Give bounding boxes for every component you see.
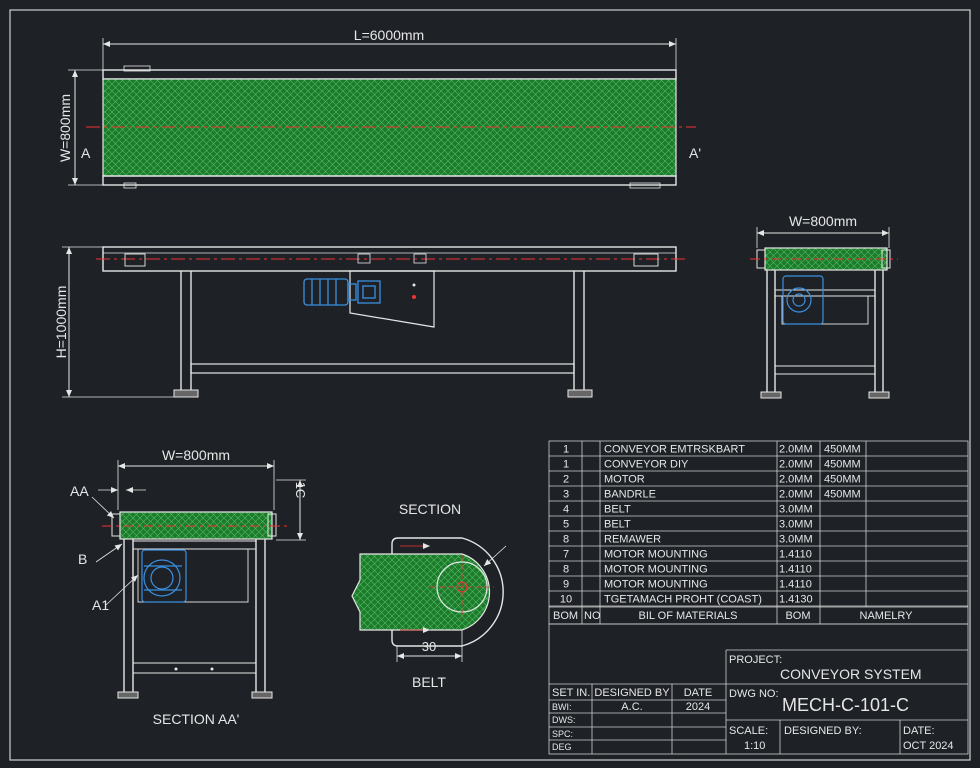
bom-item-qty: 450MM xyxy=(824,489,861,501)
belt-section-label: SECTION xyxy=(399,501,461,517)
bom-item-size: 3.0MM xyxy=(779,534,813,546)
bom-item-size: 1.4130 xyxy=(779,594,813,606)
bom-item-number: 9 xyxy=(563,579,569,591)
section-aa-title: SECTION AA' xyxy=(153,711,240,727)
take-up-bracket-left xyxy=(124,253,146,267)
callout-a1: A1 xyxy=(92,597,109,613)
bom-item-qty: 450MM xyxy=(824,459,861,471)
bom-item-size: 2.0MM xyxy=(779,459,813,471)
rev-row-designed: A.C. xyxy=(621,701,642,713)
bom-item-name: BELT xyxy=(604,519,631,531)
revision-rows: BWI: A.C. 2024 DWS: SPC: DEG xyxy=(552,701,710,752)
rev-header-set: SET IN. xyxy=(552,687,590,699)
rev-row-label: BWI: xyxy=(552,702,572,712)
bom-item-name: MOTOR xyxy=(604,474,645,486)
bom-item-name: BELT xyxy=(604,504,631,516)
rev-header-designed: DESIGNED BY xyxy=(594,687,670,699)
bom-item-number: 5 xyxy=(563,519,569,531)
project-value: CONVEYOR SYSTEM xyxy=(780,666,922,682)
bom-header-no: NO xyxy=(584,610,601,622)
bom-item-number: 3 xyxy=(563,489,569,501)
callout-b: B xyxy=(78,551,87,567)
end-motor-icon xyxy=(782,275,824,325)
bom-item-name: CONVEYOR DIY xyxy=(604,459,689,471)
bom-item-name: CONVEYOR EMTRSKBART xyxy=(604,444,745,456)
bom-item-size: 2.0MM xyxy=(779,474,813,486)
bom-item-size: 1.4110 xyxy=(779,564,812,576)
end-width-label: W=800mm xyxy=(789,213,857,229)
bom-item-number: 1 xyxy=(563,459,569,471)
bom-item-size: 2.0MM xyxy=(779,444,813,456)
bom-header-materials: BIL OF MATERIALS xyxy=(638,610,737,622)
rev-row-label: SPC: xyxy=(552,729,573,739)
foot-right xyxy=(567,389,593,398)
height-callout: 1C xyxy=(293,482,308,499)
end-view xyxy=(750,227,898,399)
take-up-bracket-right xyxy=(633,253,659,267)
bom-item-name: BANDRLE xyxy=(604,489,656,501)
rev-row-label: DWS: xyxy=(552,715,576,725)
motor-mount-plate xyxy=(349,270,435,328)
bom-item-number: 1 xyxy=(563,444,569,456)
section-marker-right: A' xyxy=(689,145,701,161)
height-label: H=1000mm xyxy=(53,286,69,359)
date-value: OCT 2024 xyxy=(903,740,954,752)
bom-item-name: TGETAMACH PROHT (COAST) xyxy=(604,594,762,606)
bom-item-number: 4 xyxy=(563,504,569,516)
bom-item-number: 8 xyxy=(563,534,569,546)
rev-header-date: DATE xyxy=(684,687,713,699)
foot-left xyxy=(173,389,199,398)
dwg-no-label: DWG NO: xyxy=(729,688,779,700)
side-view xyxy=(62,246,688,398)
date-label: DATE: xyxy=(903,725,935,737)
bottom-frame-rail xyxy=(102,175,677,186)
bom-item-number: 8 xyxy=(563,564,569,576)
bom-item-number: 2 xyxy=(563,474,569,486)
bom-item-number: 10 xyxy=(560,594,572,606)
bom-header-bom: BOM xyxy=(553,610,578,622)
end-motor-housing xyxy=(781,295,869,325)
bom-item-qty: 450MM xyxy=(824,444,861,456)
bom-item-name: MOTOR MOUNTING xyxy=(604,579,708,591)
section-motor-icon xyxy=(141,549,187,603)
length-label: L=6000mm xyxy=(354,27,424,43)
designed-by-label: DESIGNED BY: xyxy=(784,725,862,737)
bom-item-size: 3.0MM xyxy=(779,504,813,516)
top-width-label: W=800mm xyxy=(57,94,73,162)
bom-rows: 1 CONVEYOR EMTRSKBART 2.0MM 450MM 1 CONVEYOR … xyxy=(549,444,968,607)
callout-aa: AA xyxy=(70,483,89,499)
section-width-label: W=800mm xyxy=(162,447,230,463)
bom-item-name: MOTOR MOUNTING xyxy=(604,564,708,576)
bom-header-bom2: BOM xyxy=(785,610,810,622)
bom-header-name: NAMELRY xyxy=(860,610,914,622)
bom-item-size: 3.0MM xyxy=(779,519,813,531)
top-view xyxy=(68,38,696,189)
drawing-sheet: L=6000mm W=800mm A A' H=1000mm W=800mm W… xyxy=(9,9,971,761)
belt-wrap xyxy=(351,553,491,631)
bom-item-size: 1.4110 xyxy=(779,549,812,561)
belt-end-view xyxy=(764,247,888,271)
project-label: PROJECT: xyxy=(729,654,782,666)
scale-value: 1:10 xyxy=(744,740,765,752)
bom-header: BOM NO BIL OF MATERIALS BOM NAMELRY xyxy=(549,606,968,622)
cross-brace xyxy=(190,363,575,374)
belt-dimension-label: 30 xyxy=(422,639,436,654)
motor-icon xyxy=(303,278,381,306)
bom-item-number: 7 xyxy=(563,549,569,561)
scale-label: SCALE: xyxy=(729,725,768,737)
bom-item-name: REMAWER xyxy=(604,534,661,546)
rev-row-date: 2024 xyxy=(686,701,710,713)
dwg-no-value: MECH-C-101-C xyxy=(782,695,909,715)
bom-item-size: 1.4110 xyxy=(779,579,812,591)
bom-item-name: MOTOR MOUNTING xyxy=(604,549,708,561)
belt-detail-title: BELT xyxy=(412,674,446,690)
section-aa-view xyxy=(91,460,306,699)
top-frame-rail xyxy=(102,69,677,80)
section-marker-left: A xyxy=(81,145,91,161)
rev-row-label: DEG xyxy=(552,742,572,752)
bom-item-size: 2.0MM xyxy=(779,489,813,501)
bom-item-qty: 450MM xyxy=(824,474,861,486)
